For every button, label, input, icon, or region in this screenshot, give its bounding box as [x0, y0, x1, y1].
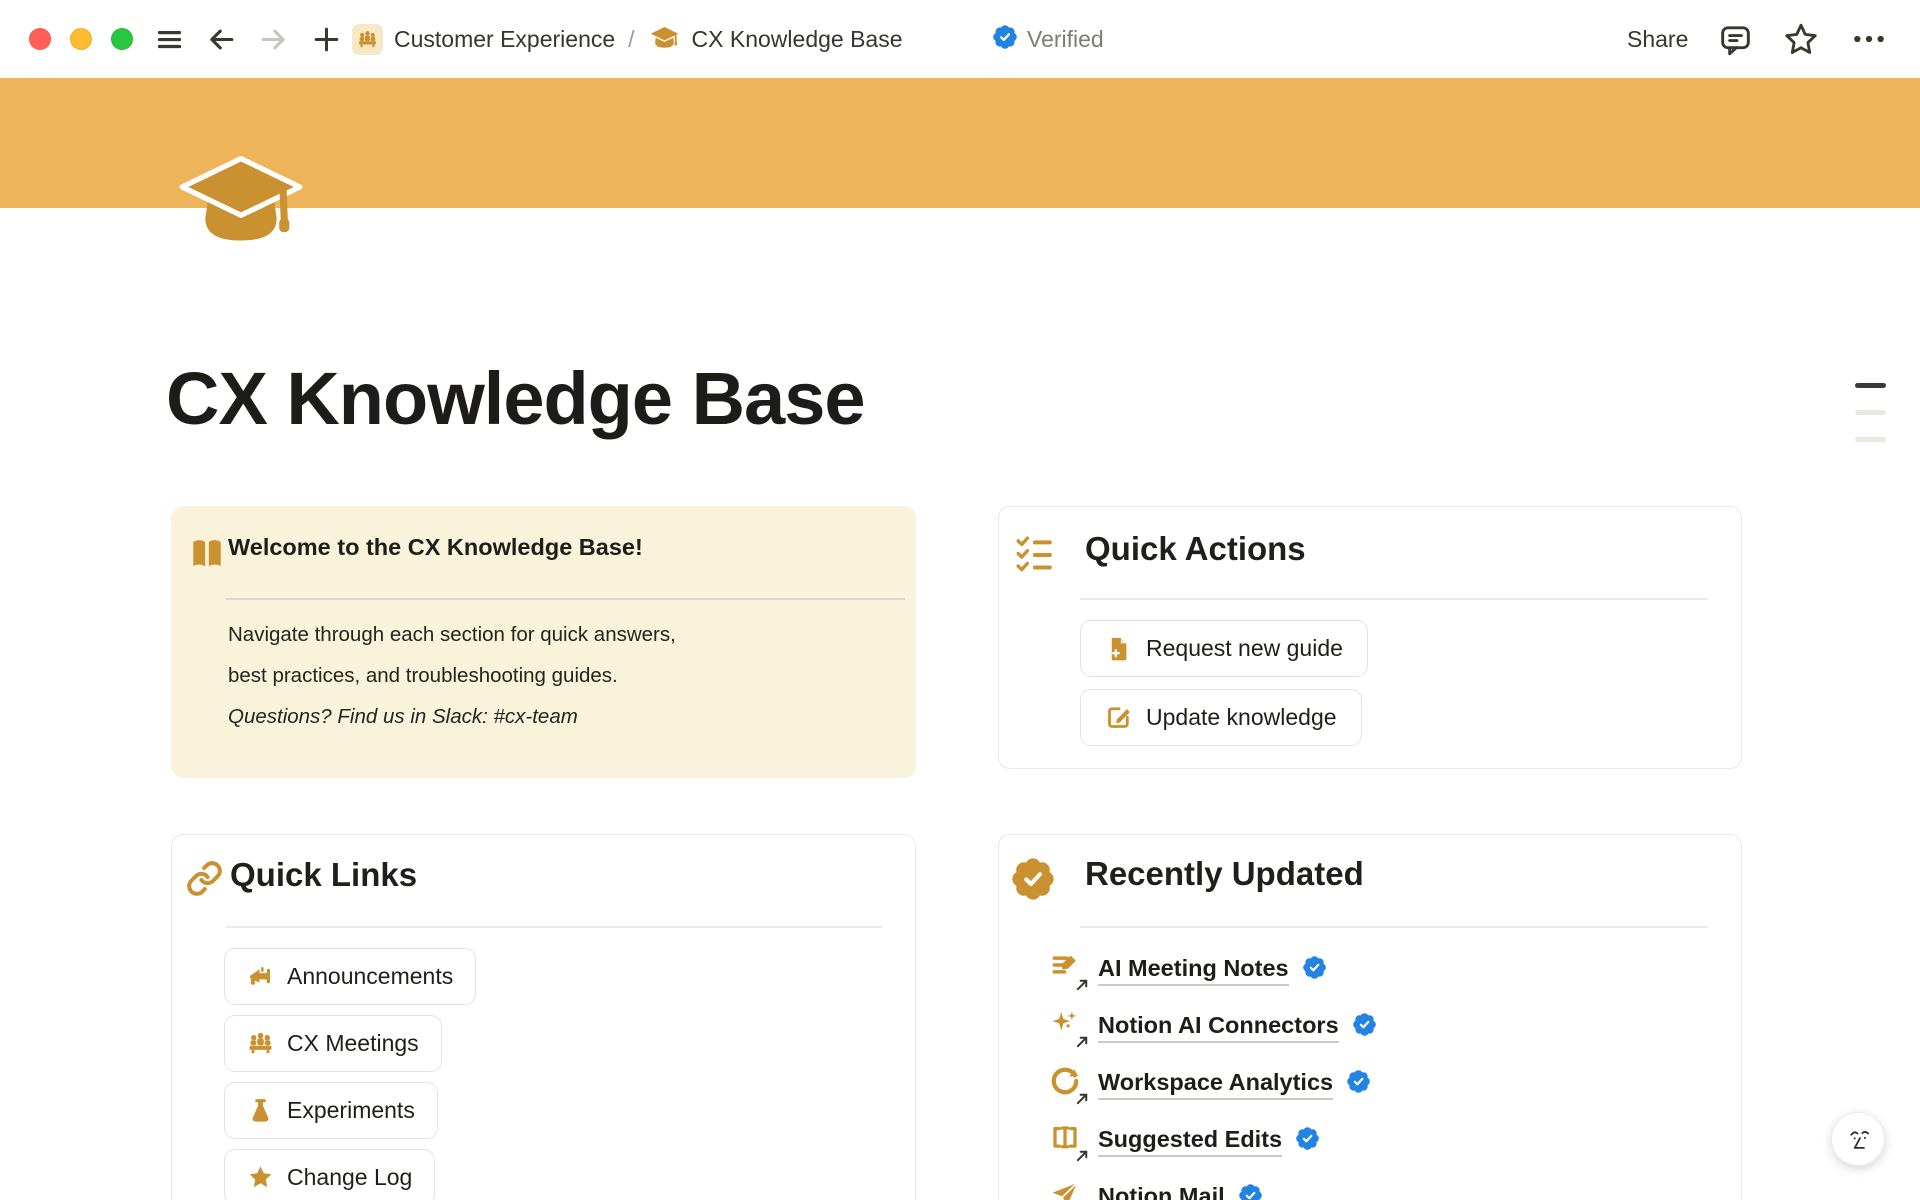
update-knowledge-button[interactable]: Update knowledge	[1080, 689, 1362, 746]
close-window-button[interactable]	[29, 28, 51, 50]
pie-arrow-icon	[1050, 1066, 1086, 1102]
edit-icon	[1105, 704, 1132, 731]
comments-icon[interactable]	[1718, 22, 1753, 57]
meeting-icon	[247, 1030, 274, 1057]
callout-body: Navigate through each section for quick …	[228, 614, 706, 737]
table-of-contents-indicator[interactable]	[1855, 383, 1886, 464]
list-item: AI Meeting Notes	[1050, 950, 1326, 990]
callout-title: Welcome to the CX Knowledge Base!	[228, 534, 643, 561]
divider	[226, 598, 905, 600]
chain-link-icon	[186, 860, 223, 902]
flask-icon	[247, 1097, 274, 1124]
link-workspace-analytics[interactable]: Workspace Analytics	[1098, 1069, 1333, 1100]
notion-window: Customer Experience / CX Knowledge Base …	[0, 0, 1920, 1200]
breadcrumb-item-cx-knowledge-base[interactable]: CX Knowledge Base	[692, 26, 903, 53]
breadcrumb: Customer Experience / CX Knowledge Base	[352, 0, 903, 78]
workspace-people-icon	[352, 24, 383, 55]
link-notion-ai-connectors[interactable]: Notion AI Connectors	[1098, 1012, 1339, 1043]
verified-label: Verified	[1027, 26, 1104, 53]
verified-badge-icon	[1239, 1184, 1262, 1200]
callout-body-italic: Questions? Find us in Slack: #cx-team	[228, 705, 578, 728]
sidebar-menu-icon[interactable]	[154, 24, 185, 55]
request-new-guide-button[interactable]: Request new guide	[1080, 620, 1368, 677]
open-book-icon	[188, 536, 226, 575]
megaphone-icon	[247, 963, 274, 990]
change-log-button[interactable]: Change Log	[224, 1149, 435, 1200]
list-item: Workspace Analytics	[1050, 1064, 1370, 1104]
verified-tag[interactable]: Verified	[993, 0, 1104, 78]
minimize-window-button[interactable]	[70, 28, 92, 50]
link-ai-meeting-notes[interactable]: AI Meeting Notes	[1098, 955, 1289, 986]
new-tab-plus-icon[interactable]	[310, 23, 343, 56]
title-bar: Customer Experience / CX Knowledge Base …	[0, 0, 1920, 78]
list-item: Notion Mail	[1050, 1178, 1262, 1200]
more-options-icon[interactable]	[1849, 19, 1889, 59]
notion-ai-face-icon	[1842, 1123, 1874, 1155]
notes-pencil-icon	[1050, 952, 1086, 988]
quick-links-heading: Quick Links	[230, 856, 417, 894]
favorite-star-icon[interactable]	[1783, 21, 1819, 57]
breadcrumb-item-customer-experience[interactable]: Customer Experience	[394, 26, 615, 53]
divider	[1080, 926, 1708, 928]
toc-bar-active[interactable]	[1855, 383, 1886, 388]
breadcrumb-separator: /	[626, 26, 636, 53]
verified-badge-icon	[1296, 1127, 1319, 1155]
nav-controls	[154, 0, 343, 78]
link-notion-mail[interactable]: Notion Mail	[1098, 1183, 1225, 1200]
forward-arrow-icon[interactable]	[258, 24, 289, 55]
zoom-window-button[interactable]	[111, 28, 133, 50]
verified-badge-icon	[1303, 956, 1326, 984]
sparkles-icon	[1050, 1009, 1086, 1045]
cx-meetings-button[interactable]: CX Meetings	[224, 1015, 442, 1072]
toc-bar[interactable]	[1855, 410, 1886, 415]
paper-plane-icon	[1050, 1180, 1086, 1200]
experiments-button[interactable]: Experiments	[224, 1082, 438, 1139]
star-icon	[247, 1164, 274, 1191]
list-item: Notion AI Connectors	[1050, 1007, 1376, 1047]
announcements-button[interactable]: Announcements	[224, 948, 476, 1005]
recently-updated-heading: Recently Updated	[1085, 855, 1364, 893]
checklist-icon	[1014, 533, 1056, 580]
list-item: Suggested Edits	[1050, 1121, 1319, 1161]
text-cursor-brackets-icon	[1050, 1123, 1086, 1159]
graduation-cap-icon	[648, 25, 681, 54]
notion-ai-button[interactable]	[1831, 1112, 1885, 1166]
page-title: CX Knowledge Base	[166, 356, 865, 441]
share-button[interactable]: Share	[1627, 26, 1688, 53]
titlebar-actions: Share	[1627, 0, 1889, 78]
document-add-icon	[1105, 635, 1132, 662]
quick-actions-heading: Quick Actions	[1085, 530, 1306, 568]
verified-badge-icon	[1353, 1013, 1376, 1041]
verified-badge-icon	[993, 25, 1017, 54]
traffic-lights	[29, 0, 133, 78]
divider	[1080, 598, 1708, 600]
verified-badge-icon	[1347, 1070, 1370, 1098]
back-arrow-icon[interactable]	[206, 24, 237, 55]
gold-seal-check-icon	[1012, 858, 1054, 905]
divider	[226, 926, 882, 928]
link-suggested-edits[interactable]: Suggested Edits	[1098, 1126, 1282, 1157]
page-icon-graduation-cap[interactable]	[178, 154, 304, 264]
toc-bar[interactable]	[1855, 437, 1886, 442]
